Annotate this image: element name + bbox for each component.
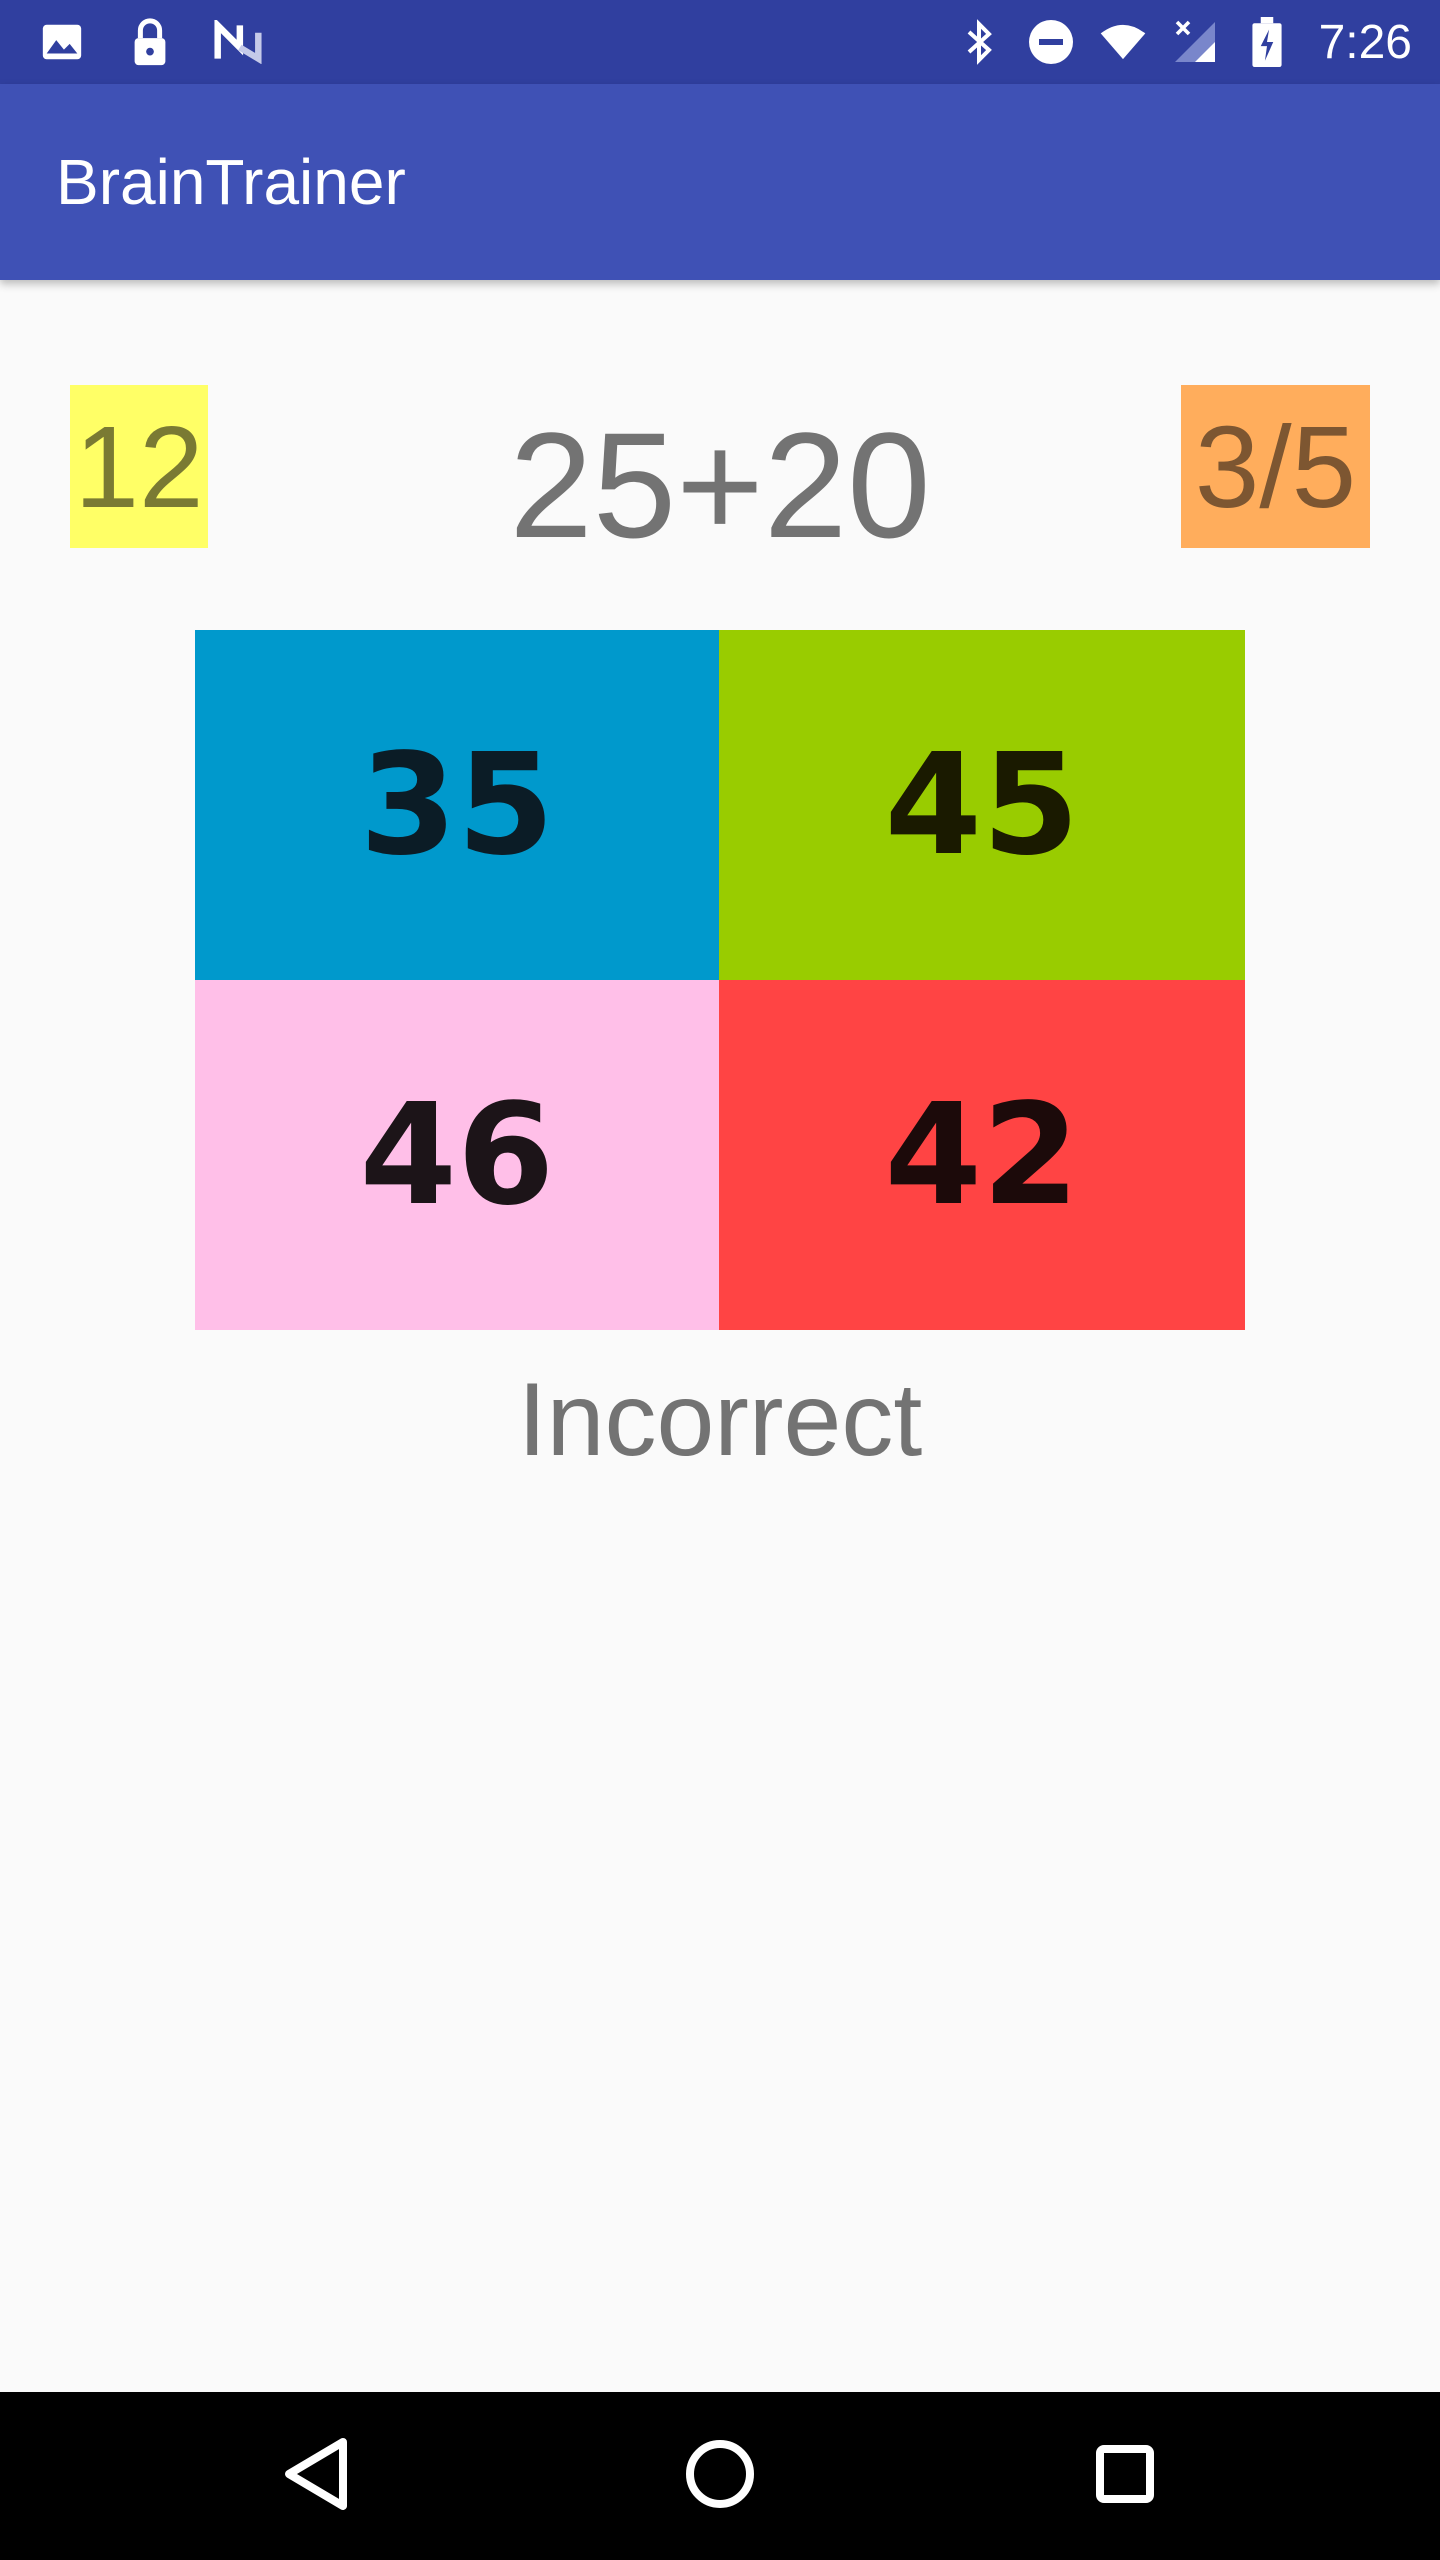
home-button[interactable] [636, 2392, 804, 2560]
recents-button[interactable] [1041, 2392, 1209, 2560]
status-time: 7:26 [1318, 15, 1412, 69]
bluetooth-icon [955, 18, 1003, 66]
timer-display: 12 [70, 385, 208, 548]
image-icon [38, 18, 86, 66]
lock-icon [126, 18, 174, 66]
back-button[interactable] [232, 2392, 400, 2560]
app-bar: BrainTrainer [0, 84, 1440, 280]
app-title: BrainTrainer [56, 146, 406, 218]
answer-button-4[interactable]: 42 [719, 980, 1245, 1330]
answer-button-1[interactable]: 35 [195, 630, 719, 980]
result-text: Incorrect [517, 1361, 923, 1478]
answer-grid: 35 45 46 42 [195, 630, 1245, 1330]
status-bar: 7:26 [0, 0, 1440, 84]
score-display: 3/5 [1181, 385, 1370, 548]
n-logo-icon [214, 18, 262, 66]
answer-button-2[interactable]: 45 [719, 630, 1245, 980]
question-text: 25+20 [509, 400, 931, 569]
recents-icon [1094, 2443, 1156, 2509]
back-icon [281, 2436, 351, 2516]
signal-icon [1171, 18, 1219, 66]
battery-icon [1243, 17, 1291, 67]
home-icon [685, 2439, 755, 2513]
navigation-bar [0, 2392, 1440, 2560]
screen: 7:26 BrainTrainer 12 25+20 3/5 35 45 46 … [0, 0, 1440, 2560]
answer-button-3[interactable]: 46 [195, 980, 719, 1330]
do-not-disturb-icon [1027, 18, 1075, 66]
wifi-icon [1099, 18, 1147, 66]
